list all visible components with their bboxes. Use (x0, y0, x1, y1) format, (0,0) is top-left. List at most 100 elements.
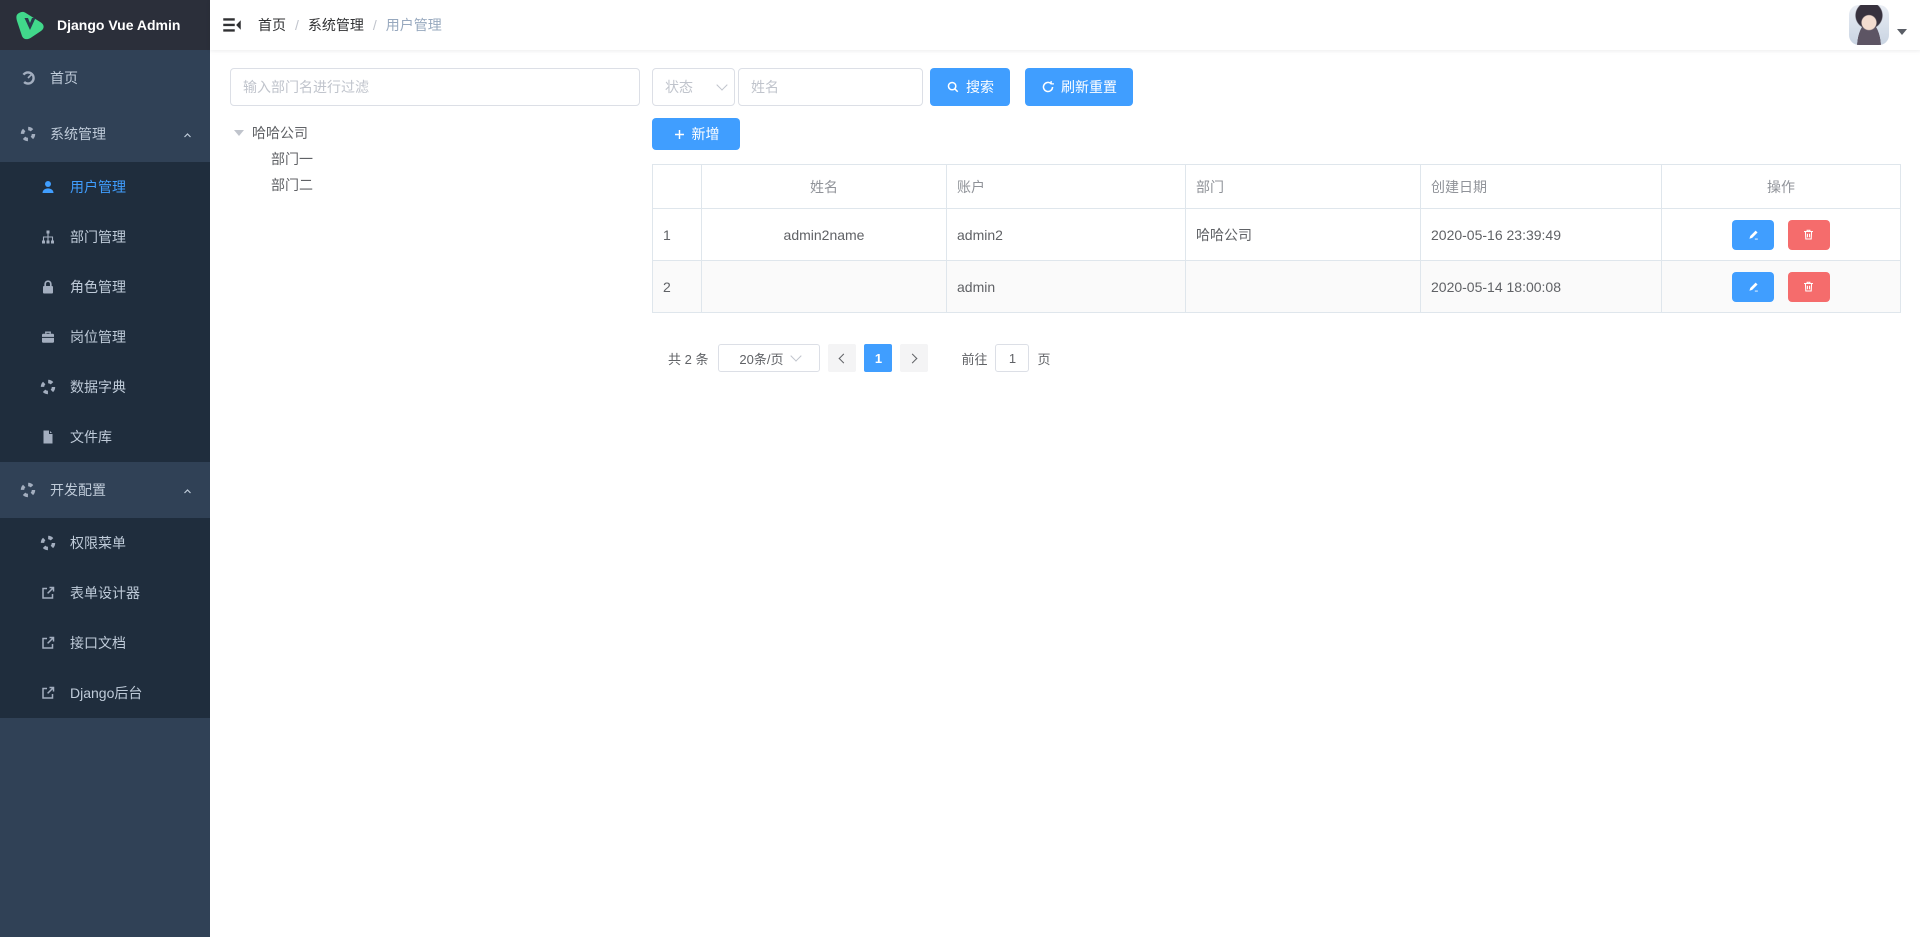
avatar[interactable] (1849, 5, 1889, 45)
col-header-dept: 部门 (1186, 165, 1421, 209)
sidebar-item-files[interactable]: 文件库 (0, 412, 210, 462)
org-tree-icon (40, 229, 56, 245)
sidebar-item-positions[interactable]: 岗位管理 (0, 312, 210, 362)
chevron-down-icon (790, 350, 801, 361)
status-select-placeholder: 状态 (665, 77, 718, 97)
page-number-button[interactable]: 1 (864, 344, 892, 372)
hamburger-icon (222, 15, 242, 35)
cell-index: 1 (653, 209, 702, 261)
caret-down-icon[interactable] (234, 130, 244, 136)
briefcase-icon (40, 329, 56, 345)
lock-icon (40, 279, 56, 295)
chevron-right-icon (908, 353, 918, 363)
col-header-actions: 操作 (1662, 165, 1901, 209)
refresh-reset-button-label: 刷新重置 (1061, 77, 1117, 97)
sidebar: Django Vue Admin 首页 系统管理 用户管理 (0, 0, 210, 937)
sidebar-item-label: 表单设计器 (70, 583, 140, 603)
cell-dept: 哈哈公司 (1186, 209, 1421, 261)
external-link-icon (40, 585, 56, 601)
tree-node-root[interactable]: 哈哈公司 (230, 120, 640, 146)
navbar-right (1849, 5, 1907, 45)
sidebar-item-api-docs[interactable]: 接口文档 (0, 618, 210, 668)
delete-button[interactable] (1788, 220, 1830, 250)
sidebar-item-django-admin[interactable]: Django后台 (0, 668, 210, 718)
component-icon (40, 379, 56, 395)
app-root: Django Vue Admin 首页 系统管理 用户管理 (0, 0, 1920, 937)
tree-node-label: 哈哈公司 (252, 123, 308, 143)
goto-page-input[interactable] (995, 344, 1029, 372)
chevron-down-icon (716, 79, 727, 90)
goto-page-group: 前往 页 (961, 344, 1050, 372)
sidebar-item-label: 数据字典 (70, 377, 126, 397)
tree-node-label: 部门二 (271, 175, 313, 195)
cell-account: admin2 (947, 209, 1186, 261)
breadcrumb-system[interactable]: 系统管理 (308, 15, 364, 35)
tree-node-label: 部门一 (271, 149, 313, 169)
breadcrumb-home[interactable]: 首页 (258, 15, 286, 35)
refresh-icon (1041, 80, 1055, 94)
breadcrumb-separator: / (295, 17, 299, 33)
vue-logo-icon (13, 8, 47, 42)
submenu-system: 用户管理 部门管理 角色管理 (0, 162, 210, 462)
prev-page-button[interactable] (828, 344, 856, 372)
tree-node-child[interactable]: 部门二 (230, 172, 640, 198)
refresh-reset-button[interactable]: 刷新重置 (1025, 68, 1133, 106)
goto-page-unit: 页 (1037, 349, 1050, 368)
department-filter-input[interactable] (230, 68, 640, 106)
cell-account: admin (947, 261, 1186, 313)
trash-icon (1802, 228, 1815, 241)
chevron-up-icon (183, 487, 192, 496)
status-select[interactable]: 状态 (652, 68, 735, 106)
sidebar-item-label: 用户管理 (70, 177, 126, 197)
edit-button[interactable] (1732, 220, 1774, 250)
sidebar-item-label: 文件库 (70, 427, 112, 447)
name-input[interactable] (738, 68, 923, 106)
chevron-up-icon (183, 131, 192, 140)
search-button[interactable]: 搜索 (930, 68, 1010, 106)
sidebar-group-devconfig[interactable]: 开发配置 (0, 462, 210, 518)
sidebar-group-label: 开发配置 (50, 480, 106, 500)
external-link-icon (40, 635, 56, 651)
tree-node-child[interactable]: 部门一 (230, 146, 640, 172)
component-icon (20, 482, 36, 498)
sidebar-item-form-designer[interactable]: 表单设计器 (0, 568, 210, 618)
trash-icon (1802, 280, 1815, 293)
sidebar-item-permission-menu[interactable]: 权限菜单 (0, 518, 210, 568)
delete-button[interactable] (1788, 272, 1830, 302)
sidebar-item-label: 接口文档 (70, 633, 126, 653)
page-size-select[interactable]: 20条/页 (718, 344, 820, 372)
file-icon (40, 429, 56, 445)
caret-down-icon[interactable] (1897, 29, 1907, 35)
navbar: 首页 / 系统管理 / 用户管理 (210, 0, 1920, 50)
sidebar-item-dictionary[interactable]: 数据字典 (0, 362, 210, 412)
add-button-label: 新增 (692, 124, 720, 144)
col-header-account: 账户 (947, 165, 1186, 209)
breadcrumb: 首页 / 系统管理 / 用户管理 (258, 15, 442, 35)
sidebar-item-users[interactable]: 用户管理 (0, 162, 210, 212)
sidebar-group-system[interactable]: 系统管理 (0, 106, 210, 162)
col-header-index (653, 165, 702, 209)
external-link-icon (40, 685, 56, 701)
breadcrumb-current: 用户管理 (386, 15, 442, 35)
cell-actions (1662, 209, 1901, 261)
cell-name (702, 261, 947, 313)
page-content: 哈哈公司 部门一 部门二 状态 (210, 50, 1920, 937)
sidebar-item-departments[interactable]: 部门管理 (0, 212, 210, 262)
next-page-button[interactable] (900, 344, 928, 372)
cell-name: admin2name (702, 209, 947, 261)
cell-created: 2020-05-14 18:00:08 (1421, 261, 1662, 313)
sidebar-item-roles[interactable]: 角色管理 (0, 262, 210, 312)
sidebar-item-label: Django后台 (70, 683, 142, 703)
cell-dept (1186, 261, 1421, 313)
table-row: 1 admin2name admin2 哈哈公司 2020-05-16 23:3… (653, 209, 1901, 261)
table-row: 2 admin 2020-05-14 18:00:08 (653, 261, 1901, 313)
edit-button[interactable] (1732, 272, 1774, 302)
add-button[interactable]: 新增 (652, 118, 740, 150)
sidebar-item-home[interactable]: 首页 (0, 50, 210, 106)
search-form: 状态 搜索 刷新重置 (652, 68, 1901, 106)
logo-bar[interactable]: Django Vue Admin (0, 0, 210, 50)
breadcrumb-separator: / (373, 17, 377, 33)
sidebar-toggle-button[interactable] (210, 0, 254, 50)
sidebar-item-label: 岗位管理 (70, 327, 126, 347)
cell-created: 2020-05-16 23:39:49 (1421, 209, 1662, 261)
